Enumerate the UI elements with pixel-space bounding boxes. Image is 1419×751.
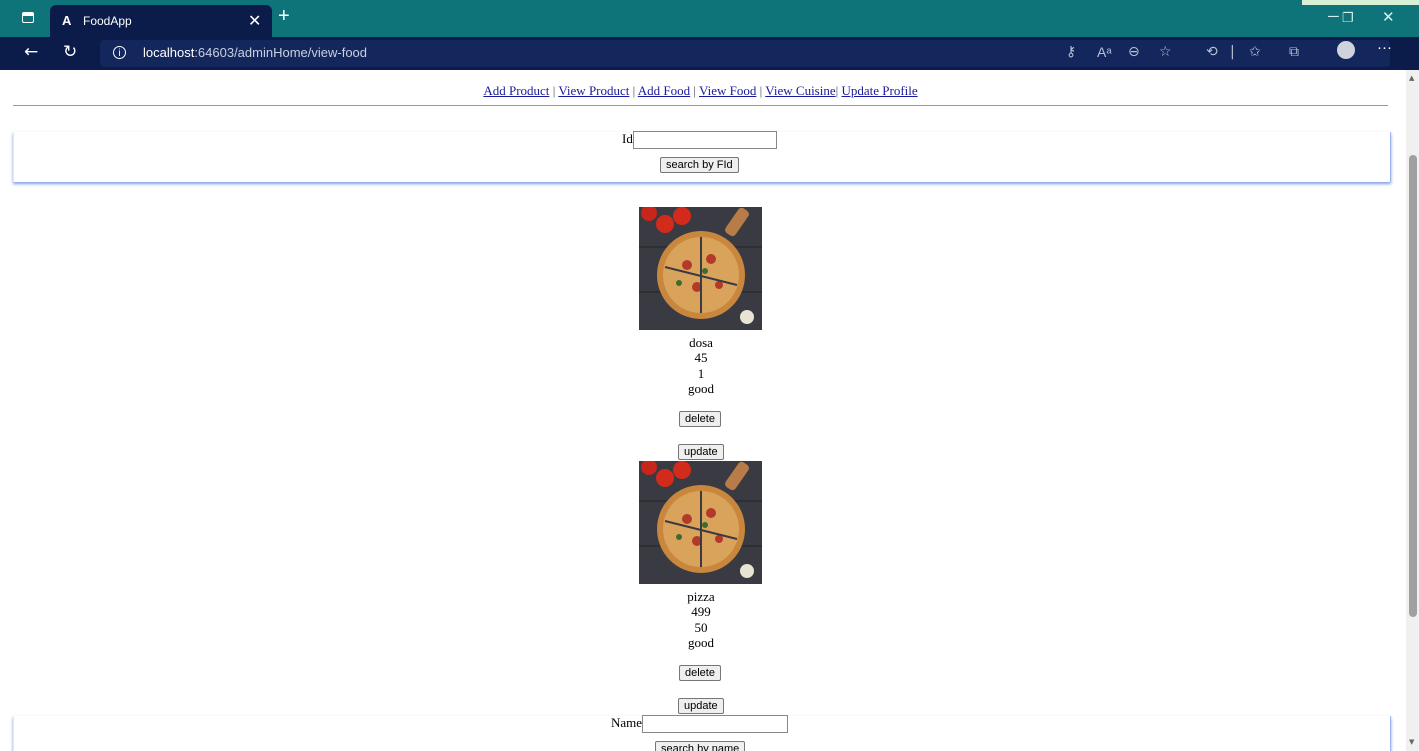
tab-title: FoodApp — [83, 14, 132, 28]
divider-icon: | — [1230, 44, 1235, 60]
restore-icon[interactable]: ❐ — [1342, 10, 1354, 26]
food-name: dosa — [689, 335, 713, 350]
profile-avatar-icon[interactable] — [1337, 41, 1355, 59]
nav-divider — [13, 105, 1388, 106]
pizza-image-icon — [639, 207, 762, 330]
pizza-image-icon — [639, 461, 762, 584]
id-search-field: Id — [622, 131, 777, 150]
update-button[interactable]: update — [678, 444, 724, 460]
browser-tab-foodapp[interactable]: A FoodApp ✕ — [50, 5, 272, 37]
title-bar-corner-accent — [1302, 0, 1419, 5]
key-icon[interactable]: ⚷ — [1066, 44, 1076, 60]
food-quantity: 50 — [694, 620, 708, 635]
nav-link-view-cuisine[interactable]: View Cuisine — [765, 83, 835, 98]
browser-address-bar: ← ↻ i localhost:64603/adminHome/view-foo… — [0, 37, 1419, 70]
food-image-pizza — [639, 461, 762, 584]
food-quantity: 1 — [697, 366, 705, 381]
page-content: Add Product | View Product | Add Food | … — [0, 70, 1406, 751]
nav-link-add-food[interactable]: Add Food — [638, 83, 690, 98]
browser-title-bar: A FoodApp ✕ + ─ ❐ ✕ — [0, 0, 1419, 37]
food-name: pizza — [687, 589, 715, 604]
id-label: Id — [622, 131, 633, 146]
update-button[interactable]: update — [678, 698, 724, 714]
url-field[interactable]: i localhost:64603/adminHome/view-food ⚷ … — [100, 40, 1390, 67]
tab-close-icon[interactable]: ✕ — [248, 11, 261, 31]
site-info-icon[interactable]: i — [113, 46, 126, 59]
collections-icon[interactable]: ⧉ — [1289, 44, 1299, 60]
food-price: 499 — [691, 604, 711, 619]
nav-link-view-product[interactable]: View Product — [558, 83, 629, 98]
tab-actions-icon[interactable] — [22, 12, 34, 23]
name-label: Name — [611, 715, 643, 730]
back-arrow-icon[interactable]: ← — [24, 42, 38, 62]
food-price: 45 — [694, 350, 708, 365]
food-image-dosa — [639, 207, 762, 330]
url-text: localhost:64603/adminHome/view-food — [143, 45, 368, 60]
zoom-icon[interactable]: ⊖ — [1128, 44, 1140, 60]
search-by-id-button[interactable]: search by FId — [660, 157, 739, 173]
more-options-icon[interactable]: ··· — [1377, 39, 1392, 56]
name-input[interactable] — [642, 715, 789, 734]
nav-link-update-profile[interactable]: Update Profile — [841, 83, 917, 98]
scrollbar-thumb[interactable] — [1409, 155, 1417, 617]
scroll-up-arrow-icon[interactable]: ▲ — [1409, 74, 1414, 82]
nav-link-view-food[interactable]: View Food — [699, 83, 756, 98]
food-description: good — [688, 635, 714, 650]
page-scrollbar[interactable]: ▲ ▼ — [1406, 70, 1419, 751]
new-tab-plus-icon[interactable]: + — [278, 5, 290, 28]
name-search-field: Name — [611, 715, 789, 734]
search-by-name-button[interactable]: search by name — [655, 741, 746, 751]
extensions-icon[interactable]: ⟲ — [1206, 44, 1218, 60]
favorites-icon[interactable]: ✩ — [1249, 44, 1261, 60]
add-favorite-icon[interactable]: ☆ — [1159, 44, 1172, 60]
read-aloud-icon[interactable]: Aᵃ — [1097, 44, 1112, 60]
food-description: good — [688, 381, 714, 396]
delete-button[interactable]: delete — [679, 665, 721, 681]
admin-nav: Add Product | View Product | Add Food | … — [483, 83, 918, 98]
angular-logo-icon: A — [62, 13, 72, 28]
id-input[interactable] — [632, 131, 777, 150]
scroll-down-arrow-icon[interactable]: ▼ — [1409, 738, 1414, 746]
nav-link-add-product[interactable]: Add Product — [483, 83, 549, 98]
delete-button[interactable]: delete — [679, 411, 721, 427]
minimize-icon[interactable]: ─ — [1328, 8, 1339, 25]
window-close-icon[interactable]: ✕ — [1382, 8, 1395, 26]
refresh-icon[interactable]: ↻ — [63, 42, 77, 62]
